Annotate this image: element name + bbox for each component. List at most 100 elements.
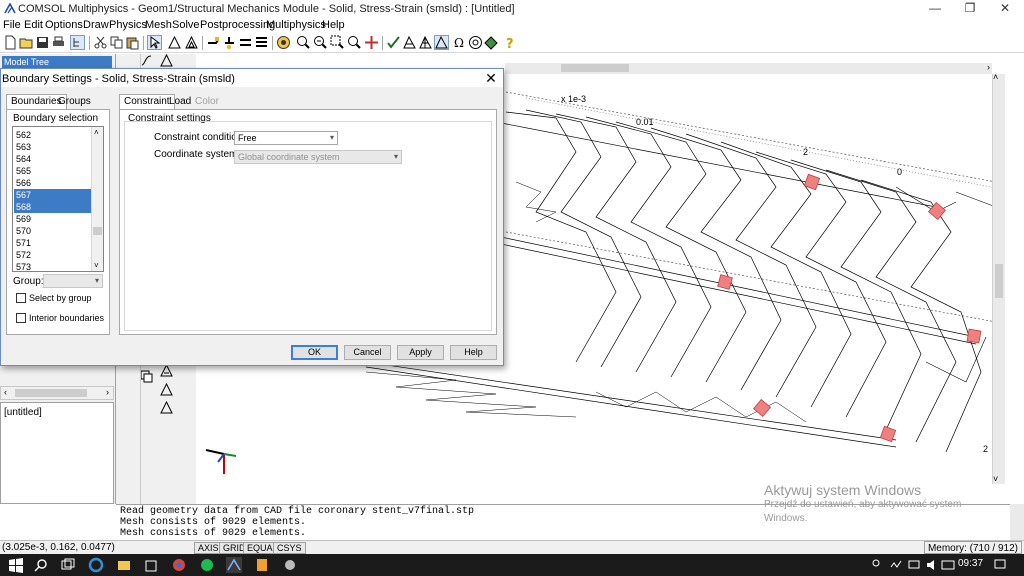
cancel-button[interactable]: Cancel <box>344 345 391 360</box>
comsol-taskbar-icon[interactable] <box>226 557 242 573</box>
zoom-out-icon[interactable] <box>313 35 328 50</box>
tray-icons[interactable] <box>888 557 904 573</box>
omega-icon[interactable]: Ω <box>452 35 467 50</box>
boundary-list-item[interactable]: 573 <box>14 261 92 271</box>
app-gray-icon[interactable] <box>282 557 298 573</box>
triangle-draw-icon[interactable] <box>167 35 182 50</box>
apply-button[interactable]: Apply <box>397 345 444 360</box>
copy-view-icon[interactable] <box>140 370 153 383</box>
network-icon[interactable] <box>906 557 922 573</box>
menu-mesh[interactable]: Mesh <box>145 18 172 32</box>
equal-lines-icon[interactable] <box>238 35 253 50</box>
stacked-lines-icon[interactable] <box>254 35 269 50</box>
menu-multiphysics[interactable]: Multiphysics <box>266 18 326 32</box>
scroll-left-arrow-icon[interactable]: ‹ <box>4 387 7 397</box>
canvas-horizontal-scrollbar[interactable]: › <box>505 62 992 74</box>
group-select[interactable]: ▾ <box>43 274 103 288</box>
paste-icon[interactable] <box>125 35 140 50</box>
boundary-mode-icon[interactable] <box>206 35 221 50</box>
check-mesh-icon[interactable] <box>386 35 401 50</box>
new-file-icon[interactable] <box>3 35 18 50</box>
ok-button[interactable]: OK <box>291 345 338 360</box>
cut-icon[interactable] <box>93 35 108 50</box>
triangle-tool-icon[interactable] <box>160 53 173 67</box>
scroll-up-arrow-icon[interactable]: ˄ <box>94 128 99 137</box>
boundary-list-item-selected[interactable]: 568 <box>14 201 92 213</box>
tree-horizontal-scrollbar[interactable]: ‹ › <box>0 386 114 400</box>
task-view-icon[interactable] <box>60 557 76 573</box>
scrollbar-thumb[interactable] <box>15 389 87 397</box>
csys-toggle[interactable]: CSYS <box>273 542 306 554</box>
scroll-down-arrow-icon[interactable]: ˅ <box>94 261 99 270</box>
help-button[interactable]: Help <box>450 345 497 360</box>
menu-draw[interactable]: Draw <box>83 18 109 32</box>
edge-browser-icon[interactable] <box>88 557 104 573</box>
menu-edit[interactable]: Edit <box>24 18 43 32</box>
boundary-list-item[interactable]: 562 <box>14 129 92 141</box>
select-by-group-checkbox[interactable] <box>16 293 26 303</box>
close-window-button[interactable]: ✕ <box>988 0 1022 18</box>
menu-solve[interactable]: Solve <box>172 18 200 32</box>
zoom-in-icon[interactable] <box>296 35 311 50</box>
refine-mesh-icon[interactable] <box>418 35 433 50</box>
help-icon[interactable]: ? <box>503 35 518 50</box>
menu-help[interactable]: Help <box>322 18 345 32</box>
boundary-list-item[interactable]: 572 <box>14 249 92 261</box>
point-mode-icon[interactable] <box>222 35 237 50</box>
volume-icon[interactable] <box>924 557 940 573</box>
minimize-button[interactable]: — <box>918 0 952 18</box>
boundary-list-item[interactable]: 566 <box>14 177 92 189</box>
boundary-selection-list[interactable]: 562 563 564 565 566 567 568 569 570 571 … <box>12 126 104 272</box>
language-icon[interactable] <box>940 557 956 573</box>
windows-start-icon[interactable] <box>8 557 24 573</box>
file-explorer-icon[interactable] <box>116 557 132 573</box>
scrollbar-thumb[interactable] <box>561 64 629 72</box>
triangle-split-icon[interactable] <box>160 382 173 396</box>
triangle-delete-icon[interactable] <box>160 400 173 414</box>
app-orange-icon[interactable] <box>254 557 270 573</box>
target-icon[interactable] <box>468 35 483 50</box>
scrollbar-thumb[interactable] <box>93 227 102 235</box>
people-icon[interactable] <box>868 557 884 573</box>
mesh-icon[interactable] <box>402 35 417 50</box>
spotify-icon[interactable] <box>199 557 215 573</box>
tab-groups[interactable]: Groups <box>54 95 95 110</box>
boundary-list-item[interactable]: 564 <box>14 153 92 165</box>
interior-boundaries-checkbox[interactable] <box>16 313 26 323</box>
dialog-close-button[interactable]: ✕ <box>483 70 499 86</box>
scroll-up-arrow-icon[interactable]: ˄ <box>993 72 998 82</box>
zoom-extents-icon[interactable] <box>347 35 362 50</box>
boundary-list-item[interactable]: 563 <box>14 141 92 153</box>
scroll-right-arrow-icon[interactable]: › <box>106 387 109 397</box>
save-icon[interactable] <box>35 35 50 50</box>
search-icon[interactable] <box>33 557 49 573</box>
boundary-list-item[interactable]: 570 <box>14 225 92 237</box>
menu-physics[interactable]: Physics <box>109 18 147 32</box>
menu-postprocessing[interactable]: Postprocessing <box>200 18 275 32</box>
menu-file[interactable]: File <box>3 18 21 32</box>
rotate-view-icon[interactable] <box>276 35 291 50</box>
constraint-condition-select[interactable]: Free ▾ <box>234 131 338 145</box>
boundary-list-item[interactable]: 569 <box>14 213 92 225</box>
mesh-selected-icon[interactable] <box>434 35 449 50</box>
solve-icon[interactable] <box>484 35 499 50</box>
boundary-list-item-selected[interactable]: 567 <box>14 189 92 201</box>
pan-tool-icon[interactable] <box>140 54 153 67</box>
tree-root-node[interactable]: [untitled] <box>4 407 42 418</box>
model-tree-field[interactable]: Model Tree <box>2 56 112 68</box>
boundary-list-item[interactable]: 571 <box>14 237 92 249</box>
triangle-subdomain-icon[interactable] <box>184 35 199 50</box>
zoom-window-icon[interactable] <box>330 35 345 50</box>
chrome-icon[interactable] <box>171 557 187 573</box>
select-pointer-icon[interactable] <box>147 35 162 50</box>
model-tree-toggle-icon[interactable] <box>70 35 85 50</box>
boundary-list-item[interactable]: 565 <box>14 165 92 177</box>
canvas-vertical-scrollbar[interactable]: ˄ ˅ <box>992 72 1005 484</box>
boundary-list-scrollbar[interactable]: ˄ ˅ <box>91 127 103 271</box>
notifications-icon[interactable] <box>992 557 1008 573</box>
menu-options[interactable]: Options <box>45 18 83 32</box>
log-scrollbar[interactable] <box>1010 504 1024 540</box>
maximize-button[interactable]: ❐ <box>953 0 987 18</box>
scrollbar-thumb[interactable] <box>995 264 1003 298</box>
copy-icon[interactable] <box>109 35 124 50</box>
